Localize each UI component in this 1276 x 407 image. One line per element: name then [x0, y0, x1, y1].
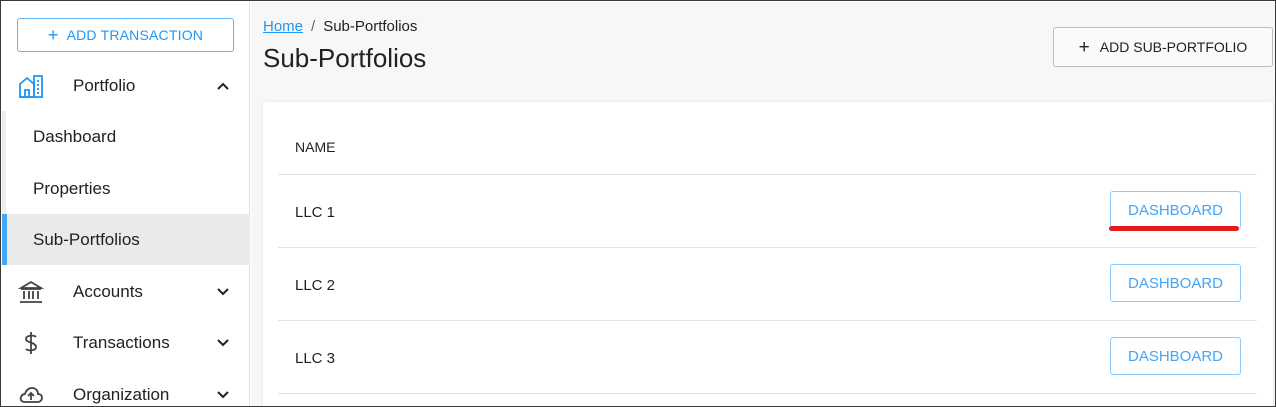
table-header: NAME	[278, 102, 1257, 175]
sidebar-item-organization[interactable]: Organization	[2, 369, 250, 407]
breadcrumb-home-link[interactable]: Home	[263, 18, 303, 35]
dollar-icon	[18, 330, 44, 356]
dashboard-button[interactable]: DASHBOARD	[1110, 191, 1241, 229]
plus-icon: +	[47, 25, 59, 45]
active-indicator	[2, 214, 7, 265]
column-header-name: NAME	[295, 139, 336, 155]
sidebar-item-label: Properties	[33, 178, 111, 198]
sidebar-item-properties[interactable]: Properties	[2, 163, 250, 214]
sidebar-item-dashboard[interactable]: Dashboard	[2, 111, 250, 162]
bank-icon	[18, 279, 44, 305]
add-transaction-button[interactable]: + ADD TRANSACTION	[17, 18, 234, 52]
chevron-down-icon	[216, 285, 230, 299]
plus-icon: +	[1078, 36, 1090, 58]
red-underline-annotation	[1109, 226, 1239, 231]
sidebar-item-accounts[interactable]: Accounts	[2, 266, 250, 317]
sidebar-item-portfolio[interactable]: Portfolio	[2, 60, 250, 111]
table-row: LLC 3 DASHBOARD	[278, 321, 1257, 394]
sub-portfolios-table: NAME LLC 1 DASHBOARD LLC 2 DASHBOARD LLC…	[278, 102, 1257, 394]
row-name: LLC 1	[295, 204, 336, 221]
page-title: Sub-Portfolios	[263, 43, 427, 73]
main-content: Home / Sub-Portfolios Sub-Portfolios + A…	[251, 2, 1275, 406]
breadcrumb-separator: /	[311, 18, 316, 35]
sidebar-item-label: Dashboard	[33, 126, 117, 146]
row-name: LLC 3	[295, 350, 336, 367]
cloud-upload-icon	[18, 382, 44, 407]
sidebar-item-label: Accounts	[73, 281, 143, 301]
row-name: LLC 2	[295, 277, 336, 294]
chevron-up-icon	[216, 79, 230, 93]
add-transaction-label: ADD TRANSACTION	[66, 27, 204, 43]
sidebar-item-label: Transactions	[73, 332, 170, 352]
table-row: LLC 1 DASHBOARD	[278, 175, 1257, 248]
sidebar-item-sub-portfolios[interactable]: Sub-Portfolios	[2, 214, 250, 265]
breadcrumb: Home / Sub-Portfolios	[263, 18, 417, 35]
table-row: LLC 2 DASHBOARD	[278, 248, 1257, 321]
building-icon	[18, 73, 44, 99]
sidebar-item-transactions[interactable]: Transactions	[2, 317, 250, 368]
chevron-down-icon	[216, 388, 230, 402]
add-sub-portfolio-label: ADD SUB-PORTFOLIO	[1099, 39, 1248, 55]
dashboard-button[interactable]: DASHBOARD	[1110, 337, 1241, 375]
sidebar: + ADD TRANSACTION Portfolio Dashboard Pr…	[2, 2, 250, 407]
app-window: + ADD TRANSACTION Portfolio Dashboard Pr…	[0, 0, 1276, 407]
sub-portfolios-card: NAME LLC 1 DASHBOARD LLC 2 DASHBOARD LLC…	[263, 102, 1273, 406]
breadcrumb-current: Sub-Portfolios	[323, 18, 418, 35]
sidebar-item-label: Sub-Portfolios	[33, 229, 140, 249]
chevron-down-icon	[216, 336, 230, 350]
dashboard-button[interactable]: DASHBOARD	[1110, 264, 1241, 302]
add-sub-portfolio-button[interactable]: + ADD SUB-PORTFOLIO	[1053, 27, 1273, 67]
sidebar-item-label: Organization	[73, 384, 170, 404]
sidebar-item-label: Portfolio	[73, 75, 136, 95]
